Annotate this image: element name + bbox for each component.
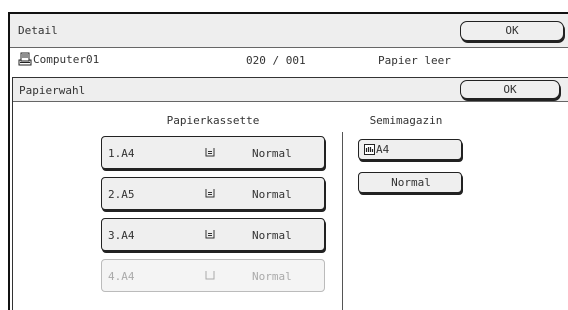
- tray-3-button[interactable]: 3.A4 Normal: [101, 218, 325, 251]
- bypass-size-button[interactable]: A4: [358, 139, 462, 160]
- tray-loaded-icon: [205, 230, 215, 239]
- computer-name: Computer01: [33, 52, 100, 66]
- tray-paper-type: Normal: [252, 229, 292, 242]
- tray-empty-icon: [205, 271, 215, 280]
- dialog-ok-button[interactable]: OK: [460, 80, 560, 99]
- job-info-row: Computer01 020 / 001 Papier leer: [10, 49, 568, 71]
- bypass-type-label: Normal: [391, 176, 431, 189]
- page-count: 020 / 001: [246, 54, 306, 67]
- tray-1-button[interactable]: 1.A4 Normal: [101, 136, 325, 169]
- job-status: Papier leer: [378, 54, 451, 67]
- computer-icon: [18, 52, 32, 66]
- tray-loaded-icon: [205, 189, 215, 198]
- tray-name: 1.A4: [108, 147, 135, 160]
- paper-select-dialog: Papierwahl OK Papierkassette Semimagazin…: [12, 77, 568, 310]
- tray-loaded-icon: [205, 148, 215, 157]
- bypass-tray-icon: [364, 144, 375, 155]
- tray-2-button[interactable]: 2.A5 Normal: [101, 177, 325, 210]
- detail-title: Detail: [18, 24, 58, 37]
- detail-header: Detail OK: [10, 14, 568, 48]
- bypass-type-button[interactable]: Normal: [358, 172, 462, 193]
- tray-name: 3.A4: [108, 229, 135, 242]
- tray-4-button[interactable]: 4.A4 Normal: [101, 259, 325, 292]
- dialog-title: Papierwahl: [19, 84, 86, 97]
- detail-window: Detail OK Computer01 020 / 001 Papier le…: [8, 12, 568, 310]
- computer-info: Computer01: [18, 52, 99, 66]
- tray-name: 4.A4: [108, 270, 135, 283]
- tray-paper-type: Normal: [252, 188, 292, 201]
- bypass-section-label: Semimagazin: [369, 114, 443, 127]
- tray-section-label: Papierkassette: [166, 114, 260, 127]
- detail-ok-button[interactable]: OK: [460, 21, 564, 41]
- tray-paper-type: Normal: [252, 270, 292, 283]
- section-divider: [342, 132, 343, 310]
- bypass-size-label: A4: [376, 143, 390, 156]
- tray-paper-type: Normal: [252, 147, 292, 160]
- tray-name: 2.A5: [108, 188, 135, 201]
- dialog-titlebar: Papierwahl OK: [13, 78, 568, 102]
